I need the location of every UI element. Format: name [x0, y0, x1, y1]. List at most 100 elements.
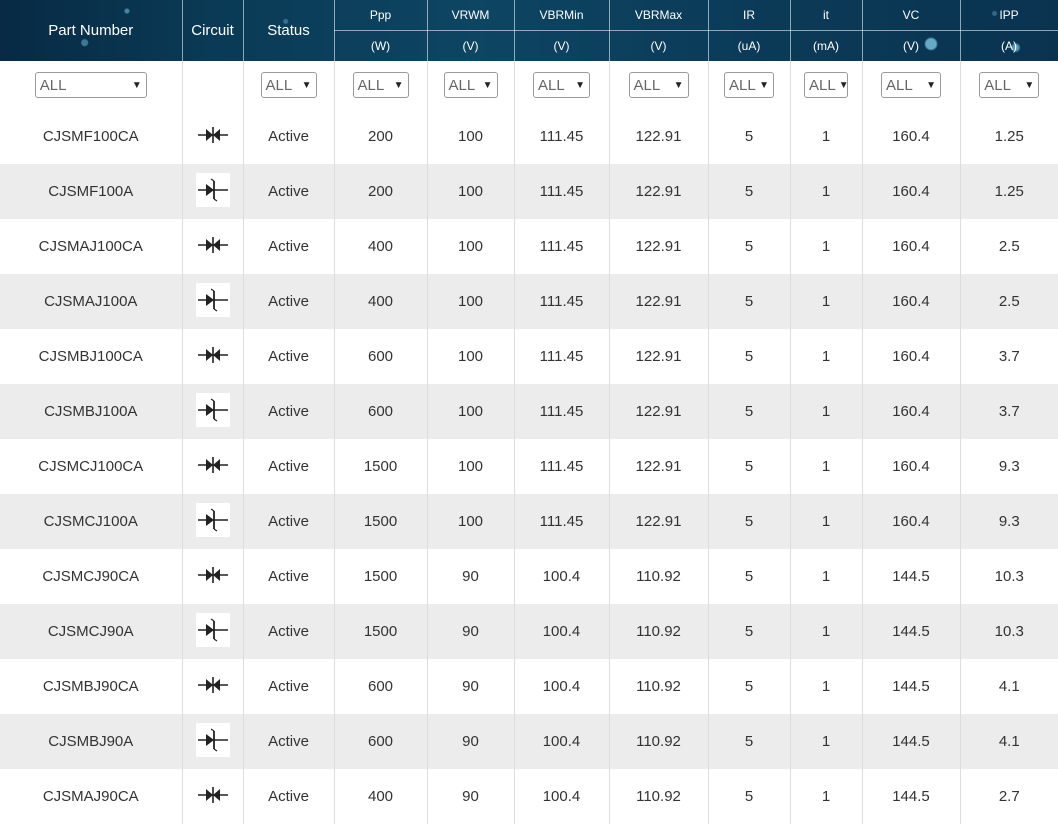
it-cell: 1	[790, 494, 863, 549]
vc-cell: 160.4	[862, 109, 961, 164]
chevron-down-icon: ▼	[926, 79, 936, 91]
header-ppp[interactable]: Ppp	[334, 0, 428, 31]
vbrmax-cell: 110.92	[609, 549, 709, 604]
ipp-cell: 10.3	[994, 623, 1024, 640]
chevron-down-icon: ▼	[301, 79, 312, 91]
filter-ir-select[interactable]: ALL ▼	[724, 72, 774, 98]
product-parameter-table: Part Number Circuit Status Ppp VRWM VBRM…	[0, 0, 1058, 824]
part-number-cell[interactable]: CJSMCJ90A	[0, 604, 183, 659]
ppp-cell: 600	[334, 384, 428, 439]
ppp-cell: 400	[334, 769, 428, 824]
status-cell: Active	[243, 384, 335, 439]
chevron-down-icon: ▼	[1024, 79, 1035, 91]
filter-vc-select[interactable]: ALL ▼	[881, 72, 941, 98]
vbrmin-cell: 100.4	[514, 659, 610, 714]
bidirectional-tvs-icon	[195, 227, 230, 262]
circuit-cell	[182, 659, 244, 714]
vc-cell: 160.4	[862, 164, 961, 219]
filter-part-number-select[interactable]: ALL ▼	[34, 72, 147, 98]
chevron-down-icon: ▼	[759, 79, 769, 91]
ipp-cell: 4.1	[998, 678, 1020, 695]
part-number-cell[interactable]: CJSMF100CA	[0, 109, 183, 164]
ipp-cell: 4.1	[998, 733, 1020, 750]
vc-cell: 160.4	[862, 219, 961, 274]
vbrmin-cell: 111.45	[514, 219, 610, 274]
part-number-cell[interactable]: CJSMBJ100A	[0, 384, 183, 439]
filter-it-select[interactable]: ALL ▼	[804, 72, 848, 98]
ppp-cell: 200	[334, 164, 428, 219]
vrwm-cell: 100	[427, 109, 515, 164]
ipp-cell: 9.3	[998, 513, 1020, 530]
vrwm-cell: 90	[427, 769, 515, 824]
ir-cell: 5	[708, 274, 791, 329]
ppp-cell: 200	[334, 109, 428, 164]
status-cell: Active	[243, 494, 335, 549]
header-vbrmin[interactable]: VBRMin	[514, 0, 610, 31]
status-cell: Active	[243, 329, 335, 384]
filter-vrwm-select[interactable]: ALL ▼	[443, 72, 498, 98]
ipp-cell: 2.7	[998, 788, 1020, 805]
ir-cell: 5	[708, 714, 791, 769]
vrwm-cell: 100	[427, 439, 515, 494]
bidirectional-tvs-icon	[195, 777, 230, 812]
header-part-number[interactable]: Part Number	[0, 0, 183, 61]
status-cell: Active	[243, 164, 335, 219]
filter-ipp-select[interactable]: ALL ▼	[979, 72, 1040, 98]
ipp-cell: 1.25	[994, 183, 1024, 200]
filter-status-select[interactable]: ALL ▼	[260, 72, 317, 98]
part-number-cell[interactable]: CJSMAJ100CA	[0, 219, 183, 274]
vbrmax-cell: 110.92	[609, 769, 709, 824]
ir-cell: 5	[708, 659, 791, 714]
ipp-cell: 3.7	[998, 348, 1020, 365]
vbrmin-cell: 111.45	[514, 274, 610, 329]
status-cell: Active	[243, 769, 335, 824]
status-cell: Active	[243, 109, 335, 164]
circuit-cell	[182, 549, 244, 604]
vc-cell: 160.4	[862, 384, 961, 439]
ir-cell: 5	[708, 219, 791, 274]
chevron-down-icon: ▼	[575, 79, 585, 91]
unidirectional-tvs-icon	[195, 722, 230, 757]
filter-ppp-select[interactable]: ALL ▼	[352, 72, 409, 98]
ppp-cell: 1500	[334, 604, 428, 659]
bidirectional-tvs-icon	[195, 117, 230, 152]
header-it[interactable]: it	[790, 0, 863, 31]
vbrmax-cell: 110.92	[609, 659, 709, 714]
chevron-down-icon: ▼	[131, 79, 142, 91]
table-row: CJSMBJ90A Active 600 90 100.4 110.92 5 1 144.5 4.…	[0, 714, 1058, 769]
vbrmax-cell: 122.91	[609, 274, 709, 329]
part-number-cell[interactable]: CJSMCJ100A	[0, 494, 183, 549]
vc-cell: 144.5	[862, 604, 961, 659]
table-body: ALL ▼ ALL ▼ ALL ▼ ALL ▼ ALL ▼ ALL ▼ ALL ▼ ALL ▼ …	[0, 61, 1058, 824]
part-number-cell[interactable]: CJSMBJ90CA	[0, 659, 183, 714]
part-number-cell[interactable]: CJSMBJ90A	[0, 714, 183, 769]
filter-vbrmax-select[interactable]: ALL ▼	[628, 72, 689, 98]
filter-vbrmin-select[interactable]: ALL ▼	[533, 72, 590, 98]
vc-cell: 144.5	[862, 769, 961, 824]
part-number-cell[interactable]: CJSMF100A	[0, 164, 183, 219]
it-cell: 1	[790, 714, 863, 769]
unit-ipp: (A)	[960, 30, 1058, 61]
vrwm-cell: 100	[427, 384, 515, 439]
vbrmax-cell: 122.91	[609, 164, 709, 219]
header-vbrmax[interactable]: VBRMax	[609, 0, 709, 31]
header-vrwm[interactable]: VRWM	[427, 0, 515, 31]
header-vc[interactable]: VC	[862, 0, 961, 31]
ir-cell: 5	[708, 329, 791, 384]
header-circuit: Circuit	[182, 0, 244, 61]
part-number-cell[interactable]: CJSMAJ90CA	[0, 769, 183, 824]
part-number-cell[interactable]: CJSMCJ90CA	[0, 549, 183, 604]
status-cell: Active	[243, 604, 335, 659]
vc-cell: 144.5	[862, 714, 961, 769]
it-cell: 1	[790, 549, 863, 604]
ipp-cell: 1.25	[994, 128, 1024, 145]
circuit-cell	[182, 274, 244, 329]
header-ir[interactable]: IR	[708, 0, 791, 31]
bidirectional-tvs-icon	[195, 447, 230, 482]
header-status[interactable]: Status	[243, 0, 335, 61]
it-cell: 1	[790, 109, 863, 164]
part-number-cell[interactable]: CJSMCJ100CA	[0, 439, 183, 494]
part-number-cell[interactable]: CJSMAJ100A	[0, 274, 183, 329]
header-ipp[interactable]: IPP	[960, 0, 1058, 31]
part-number-cell[interactable]: CJSMBJ100CA	[0, 329, 183, 384]
